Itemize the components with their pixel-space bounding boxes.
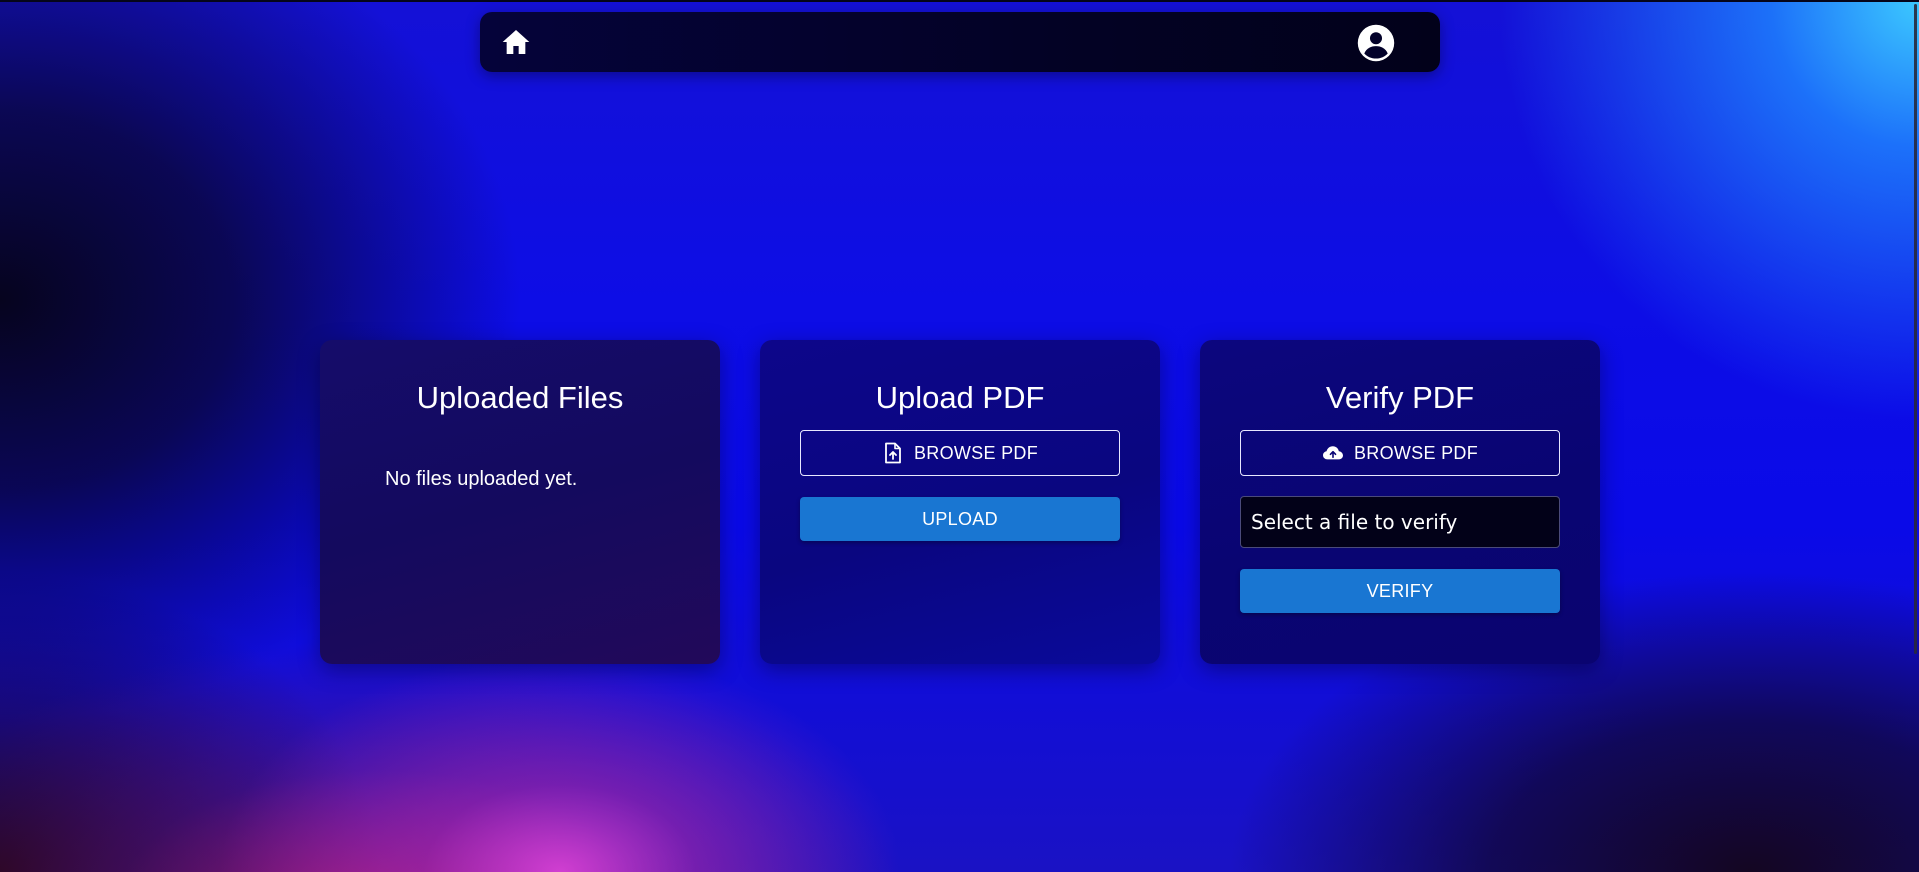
verify-pdf-title: Verify PDF — [1325, 380, 1475, 415]
home-icon[interactable] — [500, 26, 532, 58]
top-navbar — [480, 12, 1440, 72]
browse-pdf-verify-label: BROWSE PDF — [1353, 442, 1478, 463]
browse-pdf-upload-label: BROWSE PDF — [913, 442, 1038, 463]
account-circle-icon[interactable] — [1357, 24, 1395, 62]
page-scrollbar[interactable] — [1914, 4, 1917, 654]
file-upload-icon — [882, 442, 904, 464]
upload-pdf-title: Upload PDF — [875, 380, 1045, 415]
browse-pdf-verify-button[interactable]: BROWSE PDF — [1240, 430, 1560, 476]
verify-button[interactable]: VERIFY — [1240, 569, 1560, 613]
upload-button[interactable]: UPLOAD — [800, 497, 1120, 541]
cloud-upload-icon — [1322, 442, 1344, 464]
upload-pdf-card: Upload PDF BROWSE PDF UPLOAD — [760, 340, 1160, 664]
no-files-message: No files uploaded yet. — [385, 468, 578, 490]
verify-pdf-card: Verify PDF BROWSE PDF Select a file to v… — [1200, 340, 1600, 664]
verify-file-select[interactable]: Select a file to verify — [1240, 496, 1560, 548]
window-top-edge — [0, 0, 1919, 2]
verify-button-label: VERIFY — [1366, 580, 1434, 601]
uploaded-files-card: Uploaded Files No files uploaded yet. — [320, 340, 720, 664]
browse-pdf-upload-button[interactable]: BROWSE PDF — [800, 430, 1120, 476]
uploaded-files-title: Uploaded Files — [416, 380, 624, 415]
verify-file-select-value: Select a file to verify — [1251, 510, 1458, 534]
upload-button-label: UPLOAD — [922, 508, 998, 529]
